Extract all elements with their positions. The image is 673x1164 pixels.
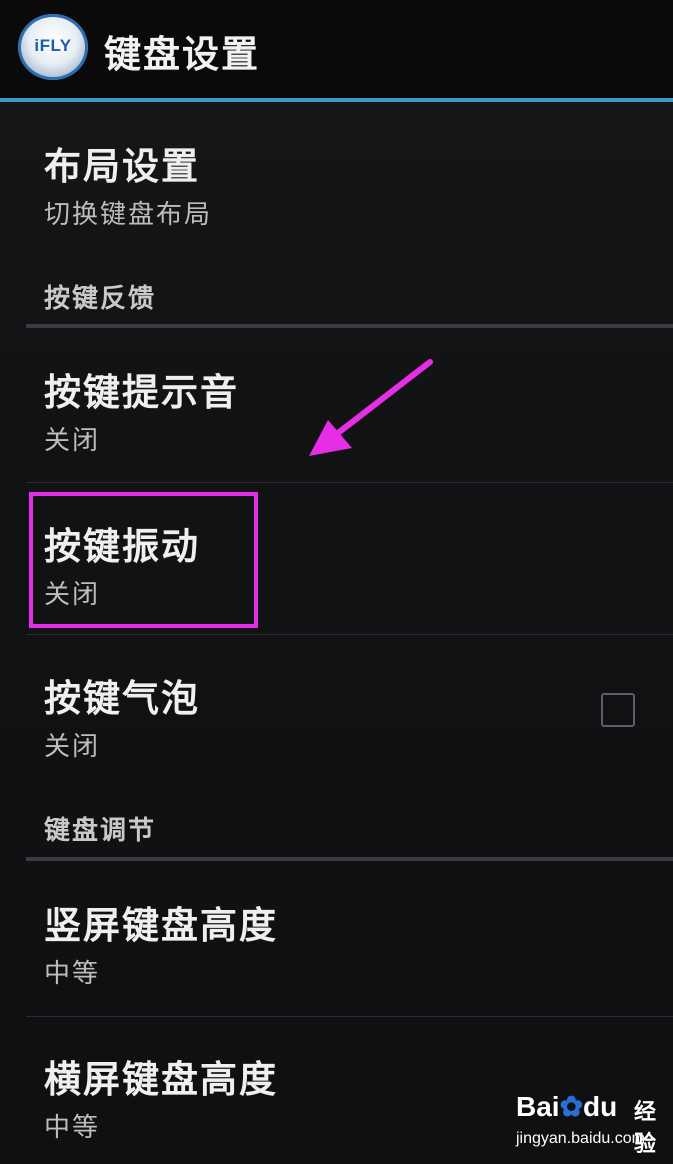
settings-screen: iFLY 键盘设置 布局设置 切换键盘布局 按键反馈 按键提示音 关闭 按键振动… [0,0,673,1164]
baidu-watermark: Bai✿du 经验 jingyan.baidu.com [516,1090,666,1157]
baidu-url: jingyan.baidu.com [516,1130,645,1147]
baidu-logo-prefix: Bai [516,1091,560,1122]
baidu-brand: 经验 [634,1100,657,1157]
arrow-pointer-icon [309,359,433,456]
baidu-logo-suffix: du [583,1091,618,1122]
baidu-logo: Bai✿du [516,1090,617,1123]
paw-icon: ✿ [559,1091,584,1122]
